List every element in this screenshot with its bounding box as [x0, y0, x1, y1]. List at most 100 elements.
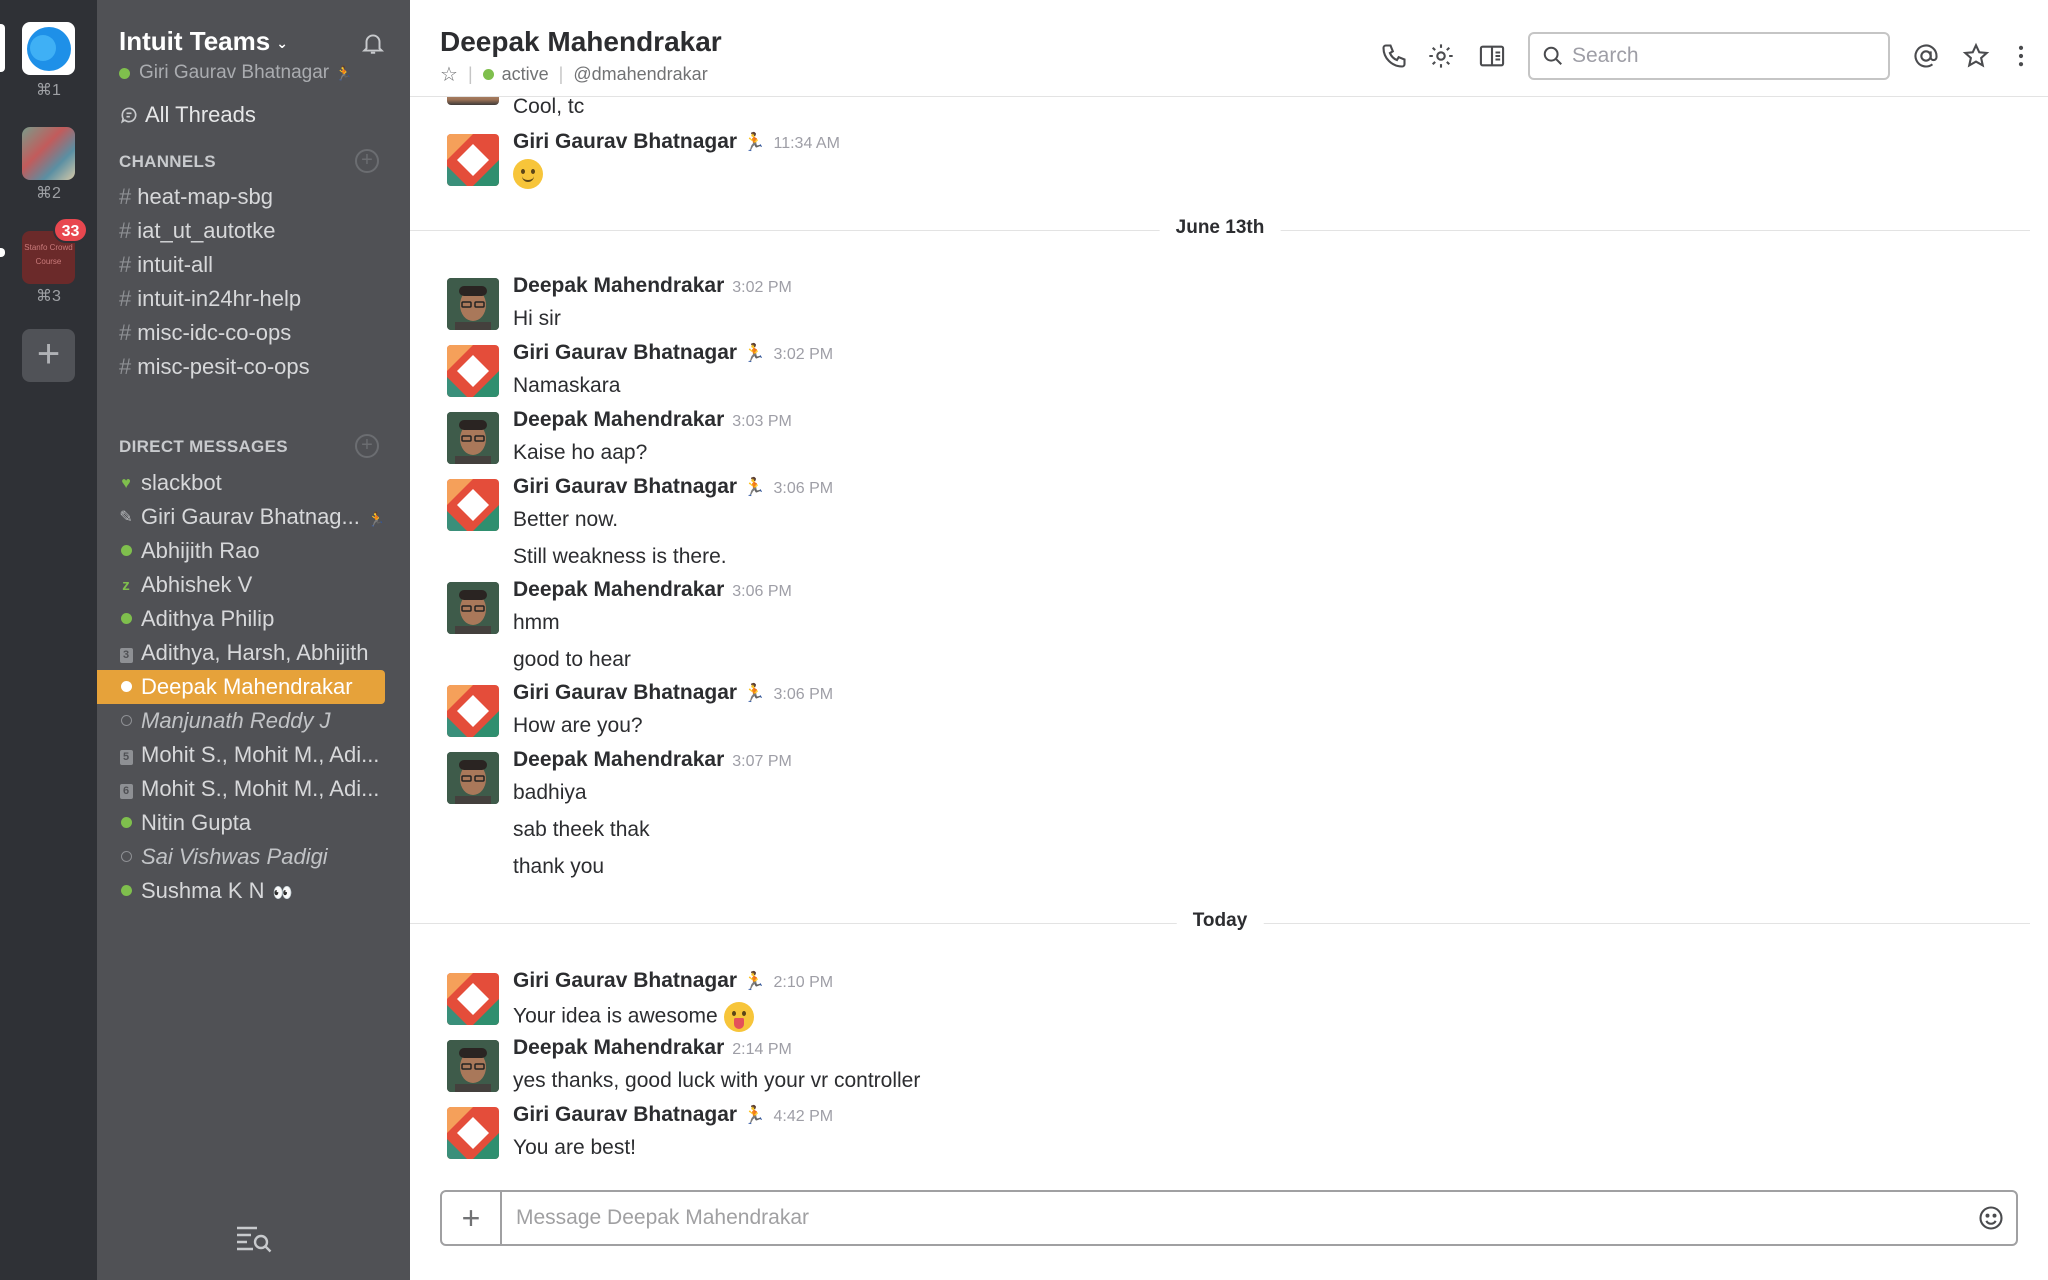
message-text: Cool, tc [513, 97, 585, 118]
attach-button[interactable]: + [442, 1192, 502, 1244]
message-timestamp[interactable]: 3:02 PM [732, 279, 792, 296]
message-author[interactable]: Giri Gaurav Bhatnagar 🏃 3:06 PM [513, 475, 833, 499]
message-line: good to hear [513, 648, 631, 671]
online-dot [120, 681, 132, 693]
dm-label: Mohit S., Mohit M., Adi... [141, 742, 380, 767]
bell-icon[interactable] [360, 30, 386, 56]
message-line: How are you? [513, 714, 643, 737]
author-name: Giri Gaurav Bhatnagar [513, 130, 738, 153]
team-icon-2[interactable] [22, 127, 75, 180]
team-icon-intuit-teams[interactable] [22, 22, 75, 75]
team-name-menu[interactable]: Intuit Teams ⌄ [119, 26, 288, 57]
message-timestamp[interactable]: 2:10 PM [774, 974, 834, 991]
message-author[interactable]: Deepak Mahendrakar 3:02 PM [513, 274, 792, 298]
channel-item[interactable]: # intuit-all [97, 248, 385, 282]
channel-item[interactable]: # misc-pesit-co-ops [97, 350, 385, 384]
dm-item[interactable]: Sai Vishwas Padigi [97, 840, 385, 874]
dm-item[interactable]: Nitin Gupta [97, 806, 385, 840]
message-input[interactable] [502, 1192, 1966, 1244]
message-timestamp[interactable]: 3:02 PM [774, 346, 834, 363]
message-author[interactable]: Deepak Mahendrakar 2:14 PM [513, 1036, 792, 1060]
avatar[interactable] [447, 412, 499, 464]
mentions-icon[interactable] [1912, 42, 1940, 70]
avatar[interactable] [447, 752, 499, 804]
channel-title[interactable]: Deepak Mahendrakar [440, 26, 722, 58]
gear-icon[interactable] [1427, 42, 1455, 70]
message-author[interactable]: Deepak Mahendrakar 3:07 PM [513, 748, 792, 772]
avatar[interactable] [447, 345, 499, 397]
avatar[interactable] [447, 97, 499, 105]
channel-item[interactable]: # intuit-in24hr-help [97, 282, 385, 316]
dm-item[interactable]: 6 Mohit S., Mohit M., Adi... [97, 772, 385, 806]
message-timestamp[interactable]: 2:14 PM [732, 1041, 792, 1058]
author-name: Giri Gaurav Bhatnagar [513, 1103, 738, 1126]
message-text: Kaise ho aap? [513, 441, 647, 465]
dm-item[interactable]: 3 Adithya, Harsh, Abhijith [97, 636, 385, 670]
avatar[interactable] [447, 685, 499, 737]
message-text: Still weakness is there. [513, 545, 727, 569]
message-author[interactable]: Giri Gaurav Bhatnagar 🏃 3:02 PM [513, 341, 833, 365]
details-pane-icon[interactable] [1478, 42, 1506, 70]
avatar[interactable] [447, 973, 499, 1025]
all-threads-link[interactable]: All Threads [119, 102, 256, 128]
dm-item[interactable]: 5 Mohit S., Mohit M., Adi... [97, 738, 385, 772]
add-channel-button[interactable]: + [355, 149, 379, 173]
channel-item[interactable]: # heat-map-sbg [97, 180, 385, 214]
dm-label: Adithya, Harsh, Abhijith [141, 640, 369, 665]
message-author[interactable]: Giri Gaurav Bhatnagar 🏃 11:34 AM [513, 130, 840, 154]
dm-item[interactable]: Manjunath Reddy J [97, 704, 385, 738]
search-input[interactable]: Search [1528, 32, 1890, 80]
author-name: Giri Gaurav Bhatnagar [513, 969, 738, 992]
star-icon[interactable]: ☆ [440, 62, 458, 87]
channels-heading[interactable]: CHANNELS [119, 152, 216, 172]
message-timestamp[interactable]: 4:42 PM [774, 1108, 834, 1125]
dm-item[interactable]: ✎ Giri Gaurav Bhatnag... 🏃 [97, 500, 385, 534]
dm-item[interactable]: Abhijith Rao [97, 534, 385, 568]
group-dm-icon: 6 [119, 784, 133, 800]
emoji-button[interactable] [1966, 1204, 2016, 1232]
dm-item[interactable]: Deepak Mahendrakar [97, 670, 385, 704]
add-dm-button[interactable]: + [355, 434, 379, 458]
message-author[interactable]: Giri Gaurav Bhatnagar 🏃 3:06 PM [513, 681, 833, 705]
team-shortcut-2: ⌘2 [36, 185, 61, 202]
dm-heading[interactable]: DIRECT MESSAGES [119, 437, 288, 457]
current-user[interactable]: Giri Gaurav Bhatnagar 🏃 [119, 62, 353, 84]
avatar[interactable] [447, 1107, 499, 1159]
avatar[interactable] [447, 582, 499, 634]
channel-item[interactable]: # iat_ut_autotke [97, 214, 385, 248]
message-timestamp[interactable]: 3:07 PM [732, 753, 792, 770]
message-text: Your idea is awesome [513, 1002, 754, 1032]
message-line: You are best! [513, 1136, 636, 1159]
message-author[interactable]: Deepak Mahendrakar 3:06 PM [513, 578, 792, 602]
more-icon[interactable] [2007, 42, 2035, 70]
message-timestamp[interactable]: 11:34 AM [774, 135, 840, 152]
all-threads-label: All Threads [145, 102, 256, 127]
message-timestamp[interactable]: 3:06 PM [774, 480, 834, 497]
message-timestamp[interactable]: 3:06 PM [774, 686, 834, 703]
avatar[interactable] [447, 479, 499, 531]
channel-item[interactable]: # misc-idc-co-ops [97, 316, 385, 350]
smiley-icon [1979, 1206, 2003, 1230]
message-timestamp[interactable]: 3:06 PM [732, 583, 792, 600]
avatar[interactable] [447, 134, 499, 186]
dm-item[interactable]: z Abhishek V [97, 568, 385, 602]
phone-icon[interactable] [1380, 42, 1408, 70]
message-line: Better now. [513, 508, 619, 531]
dm-item[interactable]: Sushma K N 👀 [97, 874, 385, 908]
message-text: Namaskara [513, 374, 620, 398]
team-shortcut-1: ⌘1 [36, 82, 61, 99]
quick-switcher-icon[interactable] [234, 1222, 274, 1254]
avatar[interactable] [447, 1040, 499, 1092]
dm-item[interactable]: Adithya Philip [97, 602, 385, 636]
star-icon[interactable] [1962, 42, 1990, 70]
message-author[interactable]: Giri Gaurav Bhatnagar 🏃 2:10 PM [513, 969, 833, 993]
dm-item[interactable]: ♥ slackbot [97, 466, 385, 500]
avatar[interactable] [447, 278, 499, 330]
message-author[interactable]: Deepak Mahendrakar 3:03 PM [513, 408, 792, 432]
status-emoji-icon: 🏃 [743, 477, 766, 497]
message-author[interactable]: Giri Gaurav Bhatnagar 🏃 4:42 PM [513, 1103, 833, 1127]
message-timestamp[interactable]: 3:03 PM [732, 413, 792, 430]
chevron-down-icon: ⌄ [276, 34, 288, 51]
dm-label: Sai Vishwas Padigi [141, 844, 328, 869]
add-team-button[interactable]: + [22, 329, 75, 382]
